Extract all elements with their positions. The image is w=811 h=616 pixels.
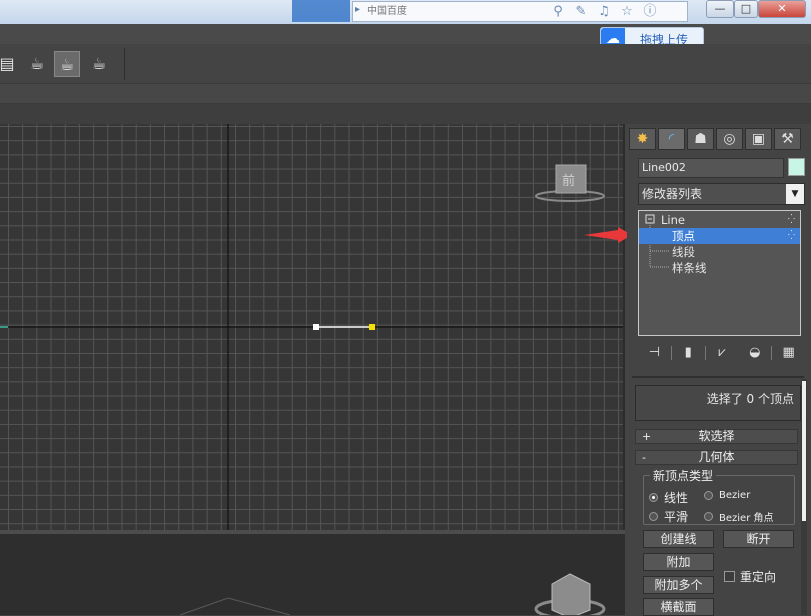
utilities-icon[interactable]: ⚒ — [774, 128, 801, 150]
radio-bezier-corner-label: Bezier 角点 — [719, 513, 774, 524]
selection-info-text: 选择了 0 个顶点 — [706, 392, 794, 406]
radio-dot-icon — [649, 493, 658, 502]
stack-item-segment[interactable]: 线段 — [639, 244, 800, 260]
chevron-down-icon[interactable]: ▼ — [786, 184, 804, 204]
make-unique-icon[interactable]: ⩗ — [706, 343, 739, 363]
perspective-viewcube — [551, 573, 591, 615]
attach-button[interactable]: 附加 — [643, 553, 714, 571]
info-icon[interactable]: ⓘ — [641, 3, 659, 20]
binoculars-icon[interactable]: ⚲ — [549, 3, 567, 20]
maximize-button[interactable]: □ — [734, 0, 758, 18]
radio-bezier-label: Bezier — [719, 490, 751, 501]
main-toolbar: ▤ ☕ ☕ ☕ — [0, 44, 811, 84]
rollout-soft-selection-label: 软选择 — [698, 429, 735, 443]
address-bar[interactable]: ▸ ⚲ ✎ ♫ ☆ ⓘ — [352, 1, 688, 22]
stack-toolbar: ⊣ ▮ ⩗ ◒ ▦ — [638, 343, 805, 363]
radio-linear-label: 线性 — [664, 491, 689, 505]
radio-linear[interactable]: 线性 — [649, 489, 688, 506]
new-vertex-type-legend: 新顶点类型 — [650, 467, 717, 484]
object-color-swatch[interactable] — [788, 158, 805, 176]
radio-dot-icon — [704, 491, 713, 500]
radio-dot-icon — [649, 512, 658, 521]
selection-info-box: 选择了 0 个顶点 — [635, 385, 801, 421]
radio-bezier[interactable]: Bezier — [704, 490, 750, 501]
stack-item-segment-label: 线段 — [672, 245, 695, 259]
teapot-render-setup-icon[interactable]: ☕ — [24, 51, 50, 77]
panel-scrollbar[interactable] — [801, 379, 807, 615]
modifier-list-dropdown[interactable]: 修改器列表 ▼ — [638, 183, 805, 205]
browser-tab-highlight[interactable] — [292, 0, 350, 22]
line-end-vertex — [369, 324, 375, 330]
browser-title-strip: ▸ ⚲ ✎ ♫ ☆ ⓘ — □ ✕ — [0, 0, 811, 24]
radio-dot-icon — [704, 512, 713, 521]
line-start-vertex — [313, 324, 319, 330]
render-frame-icon[interactable]: ▤ — [0, 51, 20, 77]
stack-item-vertex[interactable]: 顶点 ⁛ — [639, 228, 800, 244]
stack-item-line[interactable]: Line ⁛ — [639, 212, 800, 228]
create-icon[interactable]: ✸ — [629, 128, 656, 150]
modify-icon[interactable]: ◜ — [658, 128, 685, 150]
panel-scrollbar-thumb[interactable] — [802, 381, 806, 521]
teapot-quick-render-icon[interactable]: ☕ — [86, 51, 112, 77]
pin-stack-icon[interactable]: ⊣ — [638, 343, 671, 363]
object-name-field[interactable]: Line002 — [638, 158, 784, 178]
break-button[interactable]: 断开 — [723, 530, 794, 548]
radio-smooth[interactable]: 平滑 — [649, 508, 688, 525]
panel-separator — [632, 376, 804, 378]
play-icon: ▸ — [355, 4, 361, 15]
stack-dots-icon: ⁛ — [787, 215, 795, 225]
rollout-geometry-label: 几何体 — [698, 450, 735, 464]
perspective-canvas — [179, 573, 606, 615]
address-input[interactable] — [367, 4, 527, 19]
stack-dots-icon: ⁛ — [787, 231, 795, 241]
modifier-stack[interactable]: Line ⁛ 顶点 ⁛ 线段 样条线 — [638, 210, 801, 336]
wrench-icon[interactable]: ✎ — [572, 3, 590, 20]
radio-smooth-label: 平滑 — [664, 510, 689, 524]
hierarchy-icon[interactable]: ☗ — [687, 128, 714, 150]
stack-item-vertex-label: 顶点 — [672, 229, 695, 243]
cross-section-button[interactable]: 横截面 — [643, 598, 714, 616]
viewport-canvas — [0, 124, 623, 530]
checkbox-icon — [724, 571, 735, 582]
modifier-list-label: 修改器列表 — [642, 187, 703, 201]
toolbar-divider — [124, 48, 125, 80]
attach-multiple-button[interactable]: 附加多个 — [643, 576, 714, 594]
expand-plus-icon: + — [642, 430, 652, 443]
reorient-label: 重定向 — [740, 570, 777, 584]
star-icon[interactable]: ☆ — [618, 3, 636, 20]
command-panel-tabs: ✸ ◜ ☗ ◎ ▣ ⚒ — [629, 128, 801, 150]
configure-modifier-sets-icon[interactable]: ▦ — [772, 343, 805, 363]
close-button[interactable]: ✕ — [758, 0, 806, 18]
display-icon[interactable]: ▣ — [745, 128, 772, 150]
perspective-grid-edge — [179, 597, 291, 615]
teapot-render-icon[interactable]: ☕ — [54, 51, 80, 77]
rollout-soft-selection[interactable]: + 软选择 — [635, 429, 798, 444]
ribbon-strip — [0, 104, 811, 124]
stack-item-spline[interactable]: 样条线 — [639, 260, 800, 276]
command-panel: ✸ ◜ ☗ ◎ ▣ ⚒ Line002 修改器列表 ▼ Line ⁛ 顶点 ⁛ … — [627, 124, 811, 616]
toolbar-strip — [0, 84, 811, 104]
stack-item-line-label: Line — [661, 213, 685, 227]
remove-modifier-icon[interactable]: ◒ — [738, 343, 771, 363]
create-line-button[interactable]: 创建线 — [643, 530, 714, 548]
front-viewport[interactable]: 前 — [0, 124, 625, 530]
minimize-button[interactable]: — — [706, 0, 734, 18]
stack-item-spline-label: 样条线 — [672, 261, 707, 275]
perspective-viewport[interactable] — [0, 534, 625, 615]
rollout-geometry[interactable]: - 几何体 — [635, 450, 798, 465]
reorient-checkbox[interactable]: 重定向 — [724, 568, 776, 585]
show-end-result-icon[interactable]: ▮ — [672, 343, 705, 363]
radio-bezier-corner[interactable]: Bezier 角点 — [704, 509, 773, 524]
bell-icon[interactable]: ♫ — [595, 3, 613, 20]
collapse-minus-icon: - — [642, 451, 646, 464]
motion-icon[interactable]: ◎ — [716, 128, 743, 150]
viewcube-label[interactable]: 前 — [562, 170, 575, 189]
